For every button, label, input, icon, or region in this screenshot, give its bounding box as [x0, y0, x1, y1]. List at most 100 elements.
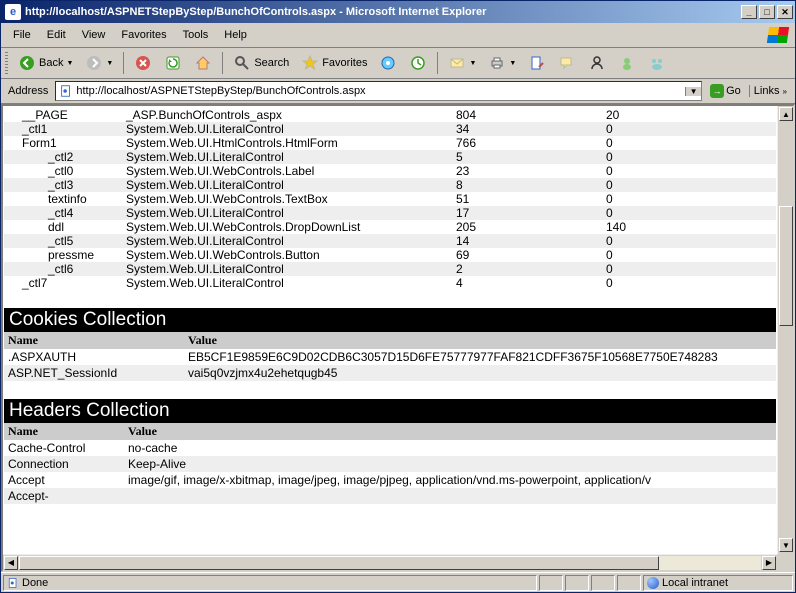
table-row: _ctl2System.Web.UI.LiteralControl50	[4, 150, 776, 164]
table-row: _ctl0System.Web.UI.WebControls.Label230	[4, 164, 776, 178]
table-row: .ASPXAUTHEB5CF1E9859E6C9D02CDB6C3057D15D…	[4, 349, 776, 365]
menu-edit[interactable]: Edit	[39, 27, 74, 43]
windows-flag-icon	[765, 25, 791, 45]
minimize-button[interactable]: _	[741, 5, 757, 19]
cookies-heading: Cookies Collection	[4, 308, 776, 332]
discuss-icon	[558, 54, 576, 72]
discuss-button[interactable]	[553, 51, 581, 75]
address-label: Address	[5, 85, 51, 97]
cookies-table: NameValue .ASPXAUTHEB5CF1E9859E6C9D02CDB…	[4, 332, 776, 381]
window-title: http://localhost/ASPNETStepByStep/BunchO…	[25, 6, 735, 18]
links-button[interactable]: Links »	[749, 85, 791, 97]
scroll-up-button[interactable]: ▲	[779, 107, 793, 121]
cookies-col-value: Value	[184, 332, 776, 349]
edit-icon	[528, 54, 546, 72]
table-row: ConnectionKeep-Alive	[4, 456, 776, 472]
page-icon	[58, 84, 74, 98]
chevron-down-icon: ▼	[469, 60, 476, 67]
table-row: Accept-	[4, 488, 776, 504]
scroll-thumb[interactable]	[779, 206, 793, 326]
scroll-down-button[interactable]: ▼	[779, 538, 793, 552]
status-seg-3	[591, 575, 615, 591]
close-button[interactable]: ✕	[777, 5, 793, 19]
toolbar-grip[interactable]	[5, 52, 8, 74]
search-label: Search	[254, 57, 289, 69]
done-icon	[7, 577, 19, 589]
messenger-icon	[618, 54, 636, 72]
title-bar: e http://localhost/ASPNETStepByStep/Bunc…	[1, 1, 795, 23]
table-row: pressmeSystem.Web.UI.WebControls.Button6…	[4, 248, 776, 262]
table-row: Cache-Controlno-cache	[4, 440, 776, 456]
chevron-down-icon: ▼	[509, 60, 516, 67]
zone-label: Local intranet	[662, 577, 728, 589]
headers-col-name: Name	[4, 423, 124, 440]
media-icon	[379, 54, 397, 72]
address-field-wrap: ▼	[55, 81, 702, 101]
status-text: Done	[22, 577, 48, 589]
extra-button[interactable]	[643, 51, 671, 75]
security-zone: Local intranet	[643, 575, 793, 591]
history-button[interactable]	[404, 51, 432, 75]
menu-file[interactable]: File	[5, 27, 39, 43]
menu-tools[interactable]: Tools	[175, 27, 217, 43]
refresh-icon	[164, 54, 182, 72]
media-button[interactable]	[374, 51, 402, 75]
menu-help[interactable]: Help	[216, 27, 255, 43]
refresh-button[interactable]	[159, 51, 187, 75]
address-bar: Address ▼ → Go Links »	[1, 79, 795, 104]
person-icon	[588, 54, 606, 72]
forward-button[interactable]: ▼	[80, 51, 118, 75]
toolbar: Back ▼ ▼	[1, 48, 795, 79]
page-body: __PAGE_ASP.BunchOfControls_aspx80420 _ctl…	[3, 106, 777, 506]
chevron-down-icon: ▼	[106, 60, 113, 67]
back-icon	[18, 54, 36, 72]
horizontal-scrollbar[interactable]: ◀ ▶	[3, 554, 777, 570]
edit-button[interactable]	[523, 51, 551, 75]
table-row: _ctl3System.Web.UI.LiteralControl80	[4, 178, 776, 192]
menu-favorites[interactable]: Favorites	[113, 27, 174, 43]
stop-button[interactable]	[129, 51, 157, 75]
favorites-button[interactable]: Favorites	[296, 51, 372, 75]
table-row: Form1System.Web.UI.HtmlControls.HtmlForm…	[4, 136, 776, 150]
table-row: _ctl6System.Web.UI.LiteralControl20	[4, 262, 776, 276]
messenger-button[interactable]	[613, 51, 641, 75]
scroll-right-button[interactable]: ▶	[762, 556, 776, 570]
mail-button[interactable]: ▼	[443, 51, 481, 75]
table-row: ddlSystem.Web.UI.WebControls.DropDownLis…	[4, 220, 776, 234]
go-button[interactable]: → Go	[706, 81, 745, 101]
forward-icon	[85, 54, 103, 72]
table-row: Acceptimage/gif, image/x-xbitmap, image/…	[4, 472, 776, 488]
table-row: _ctl4System.Web.UI.LiteralControl170	[4, 206, 776, 220]
home-button[interactable]	[189, 51, 217, 75]
table-row: ASP.NET_SessionIdvai5q0vzjmx4u2ehetqugb4…	[4, 365, 776, 381]
research-button[interactable]	[583, 51, 611, 75]
back-button[interactable]: Back ▼	[13, 51, 78, 75]
favorites-label: Favorites	[322, 57, 367, 69]
go-arrow-icon: →	[710, 84, 724, 98]
status-bar: Done Local intranet	[1, 572, 795, 592]
table-row: textinfoSystem.Web.UI.WebControls.TextBo…	[4, 192, 776, 206]
status-seg-4	[617, 575, 641, 591]
menu-bar: File Edit View Favorites Tools Help	[1, 23, 795, 48]
window-buttons: _ □ ✕	[739, 5, 793, 19]
history-icon	[409, 54, 427, 72]
vertical-scrollbar[interactable]: ▲ ▼	[777, 106, 793, 554]
headers-col-value: Value	[124, 423, 776, 440]
stop-icon	[134, 54, 152, 72]
people-icon	[648, 54, 666, 72]
back-label: Back	[39, 57, 63, 69]
address-input[interactable]	[76, 85, 685, 97]
printer-icon	[488, 54, 506, 72]
search-button[interactable]: Search	[228, 51, 294, 75]
scroll-left-button[interactable]: ◀	[4, 556, 18, 570]
menu-view[interactable]: View	[74, 27, 114, 43]
address-dropdown[interactable]: ▼	[685, 87, 701, 96]
table-row: __PAGE_ASP.BunchOfControls_aspx80420	[4, 108, 776, 122]
home-icon	[194, 54, 212, 72]
hscroll-thumb[interactable]	[19, 556, 659, 570]
maximize-button[interactable]: □	[759, 5, 775, 19]
print-button[interactable]: ▼	[483, 51, 521, 75]
status-seg-2	[565, 575, 589, 591]
go-label: Go	[726, 85, 741, 97]
status-seg-1	[539, 575, 563, 591]
